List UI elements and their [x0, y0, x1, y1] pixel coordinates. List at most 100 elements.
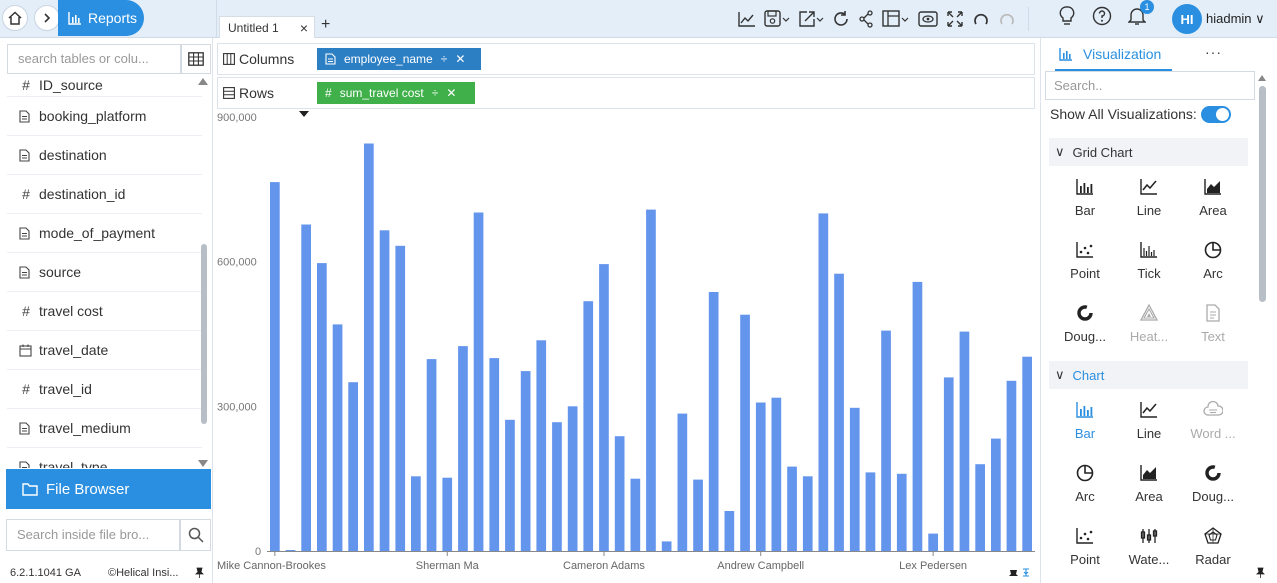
save-icon[interactable]: [764, 7, 790, 31]
avatar[interactable]: HI: [1172, 4, 1202, 34]
bar[interactable]: [943, 377, 954, 551]
fullscreen-icon[interactable]: [946, 7, 964, 31]
grid-chart-section-header[interactable]: ∨ Grid Chart: [1049, 138, 1248, 166]
search-files-input[interactable]: Search inside file bro...: [6, 519, 180, 551]
bar[interactable]: [677, 413, 688, 551]
viz-option-arc[interactable]: Arc: [1181, 229, 1245, 292]
undo-icon[interactable]: [972, 7, 990, 31]
bar[interactable]: [849, 407, 860, 551]
bar[interactable]: [567, 406, 578, 551]
bar[interactable]: [583, 301, 594, 551]
viz-option-tick[interactable]: Tick: [1117, 229, 1181, 292]
bar[interactable]: [975, 464, 985, 551]
bar[interactable]: [881, 330, 891, 551]
bar[interactable]: [426, 359, 437, 551]
divide-icon[interactable]: ÷: [432, 86, 439, 100]
bar[interactable]: [724, 511, 735, 551]
viz-option-area[interactable]: Area: [1117, 452, 1181, 515]
viz-option-heatmap[interactable]: Heat...: [1117, 292, 1181, 355]
viz-option-doughnut[interactable]: Doug...: [1181, 452, 1245, 515]
field-item[interactable]: # travel cost: [7, 292, 202, 331]
pin-icon[interactable]: [1255, 567, 1266, 578]
bar[interactable]: [520, 371, 531, 551]
bar[interactable]: [661, 541, 672, 551]
bar[interactable]: [928, 533, 938, 551]
bar[interactable]: [458, 346, 468, 551]
hourglass-icon[interactable]: [1023, 568, 1029, 577]
bar[interactable]: [411, 476, 421, 551]
bar[interactable]: [599, 264, 609, 551]
scroll-up-arrow[interactable]: [198, 78, 208, 85]
field-item[interactable]: travel_date: [7, 331, 202, 370]
field-item[interactable]: # destination_id: [7, 175, 202, 214]
bar[interactable]: [693, 479, 703, 551]
bar[interactable]: [802, 476, 813, 551]
bar[interactable]: [395, 245, 406, 552]
pin-icon[interactable]: [194, 567, 205, 578]
bar[interactable]: [285, 550, 296, 551]
bar[interactable]: [489, 358, 500, 551]
pin-icon[interactable]: [1009, 570, 1018, 576]
bar[interactable]: [787, 466, 797, 551]
chart-view-icon[interactable]: [738, 7, 756, 31]
bar[interactable]: [708, 292, 719, 551]
field-item[interactable]: travel_medium: [7, 409, 202, 448]
row-pill[interactable]: # sum_travel cost ÷ ✕: [317, 82, 475, 104]
column-pill[interactable]: employee_name ÷ ✕: [317, 48, 481, 70]
refresh-icon[interactable]: [832, 7, 850, 31]
bar[interactable]: [505, 419, 515, 551]
bar[interactable]: [332, 324, 343, 551]
bar[interactable]: [755, 402, 766, 552]
chart-section-header[interactable]: ∨ Chart: [1049, 361, 1248, 389]
file-browser-button[interactable]: File Browser: [6, 469, 211, 509]
home-button[interactable]: [2, 5, 28, 31]
bar[interactable]: [959, 331, 970, 551]
viz-option-radar[interactable]: Radar: [1181, 515, 1245, 578]
scroll-up-arrow[interactable]: [1258, 75, 1266, 81]
rows-shelf[interactable]: Rows # sum_travel cost ÷ ✕: [217, 77, 1035, 109]
preview-icon[interactable]: [918, 7, 938, 31]
export-icon[interactable]: [798, 7, 824, 31]
viz-option-area[interactable]: Area: [1181, 166, 1245, 229]
bar[interactable]: [1022, 356, 1032, 551]
field-item[interactable]: # ID_source: [7, 74, 202, 97]
bar[interactable]: [912, 281, 923, 551]
tab-untitled-1[interactable]: Untitled 1 ×: [219, 16, 315, 38]
bar[interactable]: [270, 182, 280, 551]
tab-visualization[interactable]: Visualization: [1059, 46, 1161, 62]
scroll-down-arrow[interactable]: [198, 460, 208, 467]
remove-row-icon[interactable]: ✕: [446, 86, 456, 100]
bar[interactable]: [740, 314, 750, 551]
bar[interactable]: [771, 397, 782, 551]
visualization-search-input[interactable]: Search..: [1045, 71, 1255, 100]
viz-option-text[interactable]: Text: [1181, 292, 1245, 355]
notifications-button[interactable]: 1: [1128, 0, 1154, 26]
help-icon[interactable]: [1092, 6, 1112, 26]
bar[interactable]: [348, 382, 358, 551]
viz-option-bar[interactable]: Bar: [1053, 389, 1117, 452]
search-tables-input[interactable]: search tables or colu...: [7, 44, 181, 74]
field-item[interactable]: booking_platform: [7, 97, 202, 136]
bar[interactable]: [896, 473, 907, 551]
bar[interactable]: [818, 213, 829, 551]
viz-option-bar[interactable]: Bar: [1053, 166, 1117, 229]
viz-option-point[interactable]: Point: [1053, 515, 1117, 578]
field-item[interactable]: destination: [7, 136, 202, 175]
bar[interactable]: [317, 263, 327, 551]
viz-option-doughnut[interactable]: Doug...: [1053, 292, 1117, 355]
field-item[interactable]: travel_type: [7, 448, 202, 468]
viz-option-line[interactable]: Line: [1117, 166, 1181, 229]
bar[interactable]: [614, 436, 625, 551]
layout-icon[interactable]: [882, 7, 910, 31]
bar[interactable]: [865, 472, 876, 551]
bar[interactable]: [301, 224, 311, 552]
viz-option-arc[interactable]: Arc: [1053, 452, 1117, 515]
table-view-button[interactable]: [181, 44, 211, 74]
bar[interactable]: [630, 478, 641, 551]
redo-icon[interactable]: [998, 7, 1016, 31]
show-all-toggle[interactable]: [1201, 106, 1231, 123]
bar[interactable]: [442, 477, 453, 551]
lightbulb-icon[interactable]: [1058, 6, 1076, 26]
divide-icon[interactable]: ÷: [441, 52, 448, 66]
tab-close-icon[interactable]: ×: [300, 20, 308, 36]
